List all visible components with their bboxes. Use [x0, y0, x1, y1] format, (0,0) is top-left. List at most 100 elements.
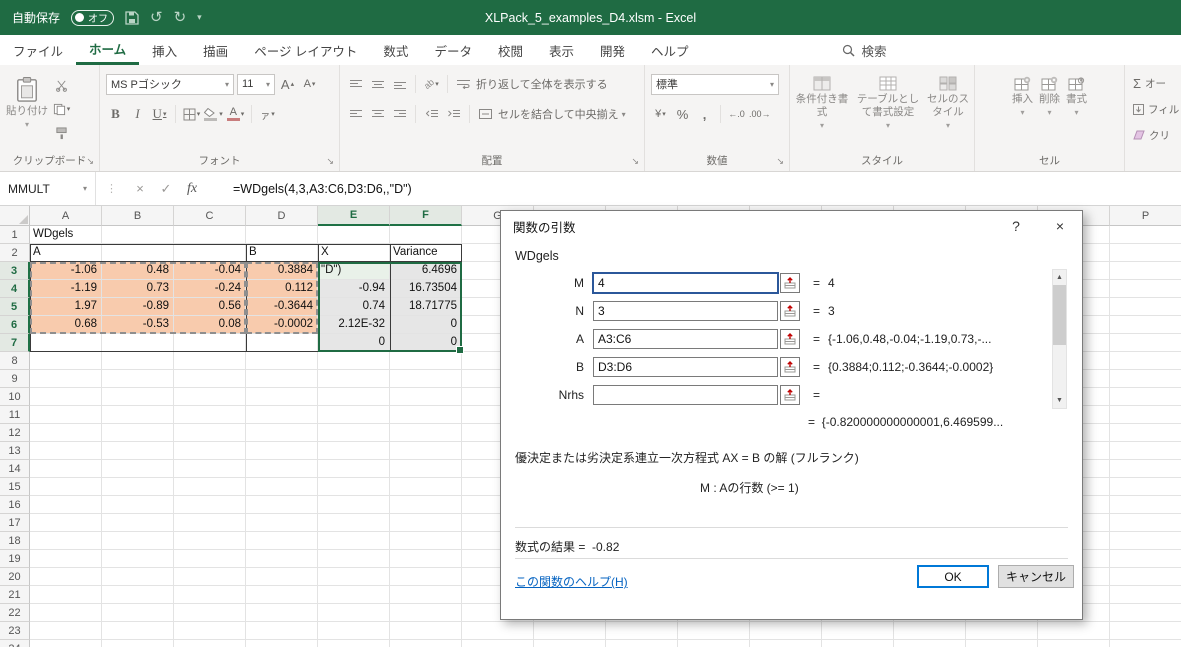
row-header-13[interactable]: 13 — [0, 442, 30, 460]
currency-format-button[interactable]: ¥▾ — [651, 104, 670, 124]
cell-B5[interactable]: -0.89 — [102, 298, 173, 315]
row-header-20[interactable]: 20 — [0, 568, 30, 586]
enter-entry-button[interactable]: ✓ — [153, 176, 179, 202]
font-size-select[interactable]: 11▾ — [237, 74, 275, 95]
column-header-C[interactable]: C — [174, 206, 246, 226]
column-header-F[interactable]: F — [390, 206, 462, 226]
cell-D4[interactable]: 0.112 — [246, 280, 317, 297]
column-header-E[interactable]: E — [318, 206, 390, 226]
ribbon-tab-data[interactable]: データ — [421, 35, 485, 65]
cell-E3[interactable]: "D") — [318, 262, 389, 279]
cell-D3[interactable]: 0.3884 — [246, 262, 317, 279]
search-box[interactable]: 検索 — [842, 35, 887, 65]
cell-F4[interactable]: 16.73504 — [390, 280, 461, 297]
cell-A6[interactable]: 0.68 — [30, 316, 101, 333]
align-middle-icon[interactable] — [368, 74, 387, 94]
align-left-icon[interactable] — [346, 104, 365, 124]
ribbon-tab-help[interactable]: ヘルプ — [638, 35, 702, 65]
clear-button[interactable]: クリ — [1133, 125, 1181, 145]
number-dialog-launcher-icon[interactable]: ↘ — [776, 156, 784, 167]
row-header-12[interactable]: 12 — [0, 424, 30, 442]
borders-button[interactable]: ▾ — [182, 104, 201, 124]
cell-D6[interactable]: -0.0002 — [246, 316, 317, 333]
merge-center-icon[interactable] — [476, 104, 495, 124]
row-header-14[interactable]: 14 — [0, 460, 30, 478]
row-header-24[interactable]: 24 — [0, 640, 30, 647]
column-header-P[interactable]: P — [1110, 206, 1181, 226]
argument-input-A[interactable] — [593, 329, 778, 349]
dialog-title-bar[interactable]: 関数の引数 ? × — [501, 211, 1082, 241]
cell-A2[interactable]: A — [30, 244, 101, 261]
ribbon-tab-review[interactable]: 校閲 — [485, 35, 536, 65]
format-as-table-button[interactable]: テーブルとして書式設定 ▾ — [855, 71, 921, 131]
autosave-toggle[interactable]: オフ — [71, 10, 114, 26]
collapse-dialog-button-A[interactable] — [780, 329, 800, 349]
comma-style-button[interactable]: , — [695, 104, 714, 124]
row-header-6[interactable]: 6 — [0, 316, 30, 334]
align-bottom-icon[interactable] — [390, 74, 409, 94]
cell-A5[interactable]: 1.97 — [30, 298, 101, 315]
cell-D2[interactable]: B — [246, 244, 317, 261]
increase-font-size-button[interactable]: A▴ — [278, 74, 297, 94]
ribbon-tab-file[interactable]: ファイル — [0, 35, 76, 65]
cut-button[interactable] — [52, 75, 71, 95]
italic-button[interactable]: I — [128, 104, 147, 124]
ribbon-tab-insert[interactable]: 挿入 — [139, 35, 190, 65]
increase-indent-icon[interactable] — [444, 104, 463, 124]
conditional-formatting-button[interactable]: 条件付き書式 ▾ — [791, 71, 853, 131]
column-header-A[interactable]: A — [30, 206, 102, 226]
row-header-5[interactable]: 5 — [0, 298, 30, 316]
qat-customize-icon[interactable]: ▾ — [197, 13, 202, 22]
cell-E6[interactable]: 2.12E-32 — [318, 316, 389, 333]
align-right-icon[interactable] — [390, 104, 409, 124]
bold-button[interactable]: B — [106, 104, 125, 124]
scroll-down-icon[interactable]: ▼ — [1053, 393, 1066, 408]
row-header-11[interactable]: 11 — [0, 406, 30, 424]
format-painter-button[interactable] — [52, 123, 71, 143]
argument-input-Nrhs[interactable] — [593, 385, 778, 405]
cancel-entry-button[interactable]: × — [127, 176, 153, 202]
function-help-link[interactable]: この関数のヘルプ(H) — [515, 573, 628, 590]
collapse-dialog-button-N[interactable] — [780, 301, 800, 321]
undo-icon[interactable]: ↺ — [150, 10, 163, 25]
phonetic-guide-button[interactable]: ァ▾ — [258, 104, 277, 124]
row-header-8[interactable]: 8 — [0, 352, 30, 370]
formula-input[interactable]: =WDgels(4,3,A3:C6,D3:D6,,"D") — [233, 182, 412, 196]
formula-bar-handle[interactable]: ⋮ — [106, 182, 117, 195]
row-header-17[interactable]: 17 — [0, 514, 30, 532]
argument-input-B[interactable] — [593, 357, 778, 377]
row-header-4[interactable]: 4 — [0, 280, 30, 298]
fill-color-button[interactable]: ▾ — [204, 104, 223, 124]
decrease-decimal-button[interactable]: .00→ — [749, 104, 771, 124]
cell-A1[interactable]: WDgels — [30, 226, 101, 243]
row-header-15[interactable]: 15 — [0, 478, 30, 496]
row-header-19[interactable]: 19 — [0, 550, 30, 568]
cell-E5[interactable]: 0.74 — [318, 298, 389, 315]
clipboard-dialog-launcher-icon[interactable]: ↘ — [86, 156, 94, 167]
font-dialog-launcher-icon[interactable]: ↘ — [326, 156, 334, 167]
row-header-9[interactable]: 9 — [0, 370, 30, 388]
fill-button[interactable]: フィル — [1133, 99, 1181, 119]
underline-button[interactable]: U▾ — [150, 104, 169, 124]
cell-D5[interactable]: -0.3644 — [246, 298, 317, 315]
orientation-button[interactable]: ab▾ — [422, 74, 441, 94]
wrap-text-label[interactable]: 折り返して全体を表示する — [476, 76, 608, 92]
copy-button[interactable]: ▾ — [52, 99, 71, 119]
merge-center-label[interactable]: セルを結合して中央揃え — [498, 106, 619, 122]
number-format-select[interactable]: 標準▾ — [651, 74, 779, 95]
close-icon[interactable]: × — [1038, 211, 1082, 241]
row-header-3[interactable]: 3 — [0, 262, 30, 280]
decrease-indent-icon[interactable] — [422, 104, 441, 124]
cell-F2[interactable]: Variance — [390, 244, 461, 261]
column-header-D[interactable]: D — [246, 206, 318, 226]
delete-cells-button[interactable]: 削除 ▾ — [1039, 71, 1060, 118]
insert-function-button[interactable]: fx — [179, 176, 205, 202]
column-header-B[interactable]: B — [102, 206, 174, 226]
cell-A3[interactable]: -1.06 — [30, 262, 101, 279]
align-top-icon[interactable] — [346, 74, 365, 94]
ribbon-tab-formulas[interactable]: 数式 — [370, 35, 421, 65]
alignment-dialog-launcher-icon[interactable]: ↘ — [631, 156, 639, 167]
select-all-corner[interactable] — [0, 206, 30, 226]
paste-button[interactable]: 貼り付け ▾ — [6, 71, 48, 143]
cell-C6[interactable]: 0.08 — [174, 316, 245, 333]
